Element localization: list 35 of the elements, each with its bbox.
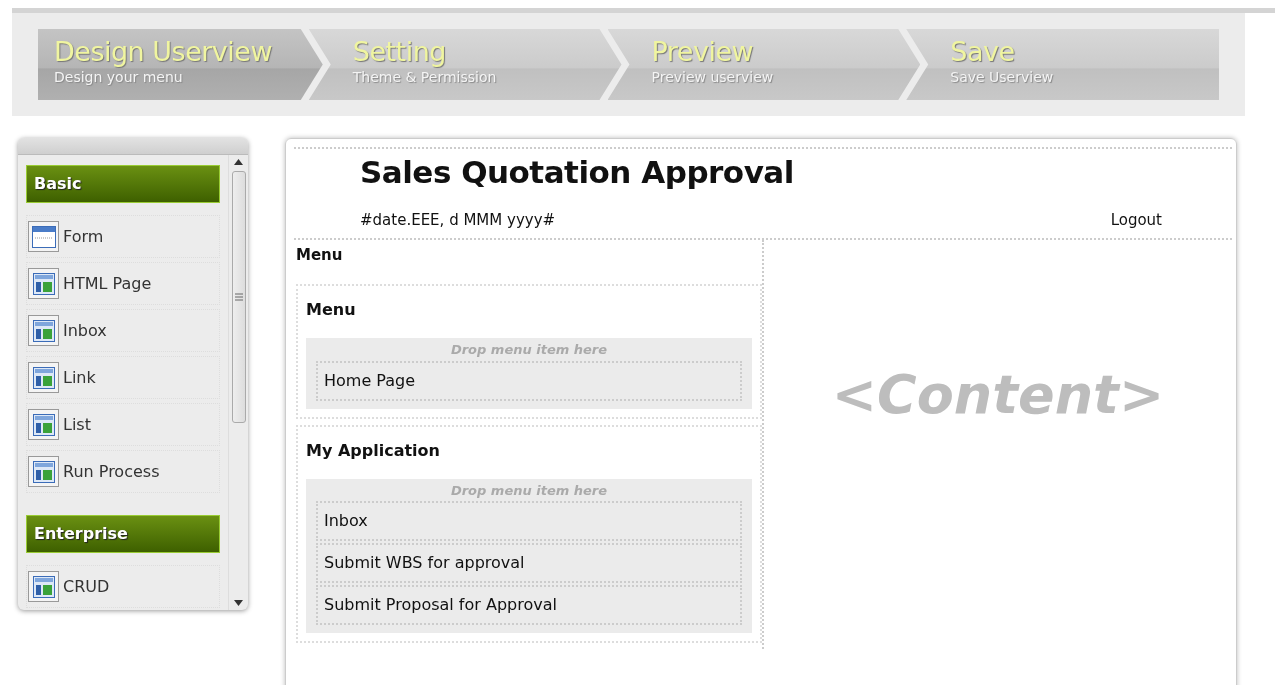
- menu-item[interactable]: Home Page: [316, 360, 742, 401]
- menu-item[interactable]: Inbox: [316, 501, 742, 542]
- drop-hint: Drop menu item here: [449, 341, 609, 360]
- category-label: Menu: [306, 299, 357, 322]
- page-icon: [32, 319, 55, 342]
- palette-item[interactable]: List: [26, 403, 220, 446]
- page-icon: [32, 272, 55, 295]
- category-label: My Application: [306, 439, 441, 462]
- palette-item[interactable]: Link: [26, 356, 220, 399]
- menu-heading: Menu: [296, 244, 344, 266]
- palette-item[interactable]: Form: [26, 215, 220, 258]
- logout-link[interactable]: Logout: [1110, 209, 1162, 232]
- menu-category[interactable]: My Application Drop menu item here Inbox Submit WBS for approval Submit Proposal for Approval: [296, 424, 762, 644]
- date-text: #date.EEE, d MMM yyyy#: [360, 210, 556, 232]
- content-area: <Content>: [764, 239, 1232, 650]
- menu-item[interactable]: Submit Proposal for Approval: [316, 585, 742, 626]
- page-icon: [32, 575, 55, 598]
- menu-item[interactable]: Submit WBS for approval: [316, 543, 742, 584]
- page-icon: [32, 413, 55, 436]
- scroll-down-icon[interactable]: [234, 600, 243, 606]
- palette-item[interactable]: Inbox: [26, 309, 220, 352]
- userview-title: Sales Quotation Approval: [360, 154, 795, 192]
- menu-category[interactable]: Menu Drop menu item here Home Page: [296, 284, 762, 419]
- category-header: Enterprise: [26, 515, 220, 553]
- category-header: Basic: [26, 165, 220, 203]
- scroll-thumb[interactable]: [231, 171, 246, 423]
- page-icon: [32, 460, 55, 483]
- drop-hint: Drop menu item here: [449, 481, 609, 500]
- palette-item[interactable]: Run Process: [26, 450, 220, 493]
- scrollbar[interactable]: [228, 155, 248, 610]
- palette-item[interactable]: HTML Page: [26, 262, 220, 305]
- page-icon: [32, 366, 55, 389]
- form-icon: [31, 225, 56, 248]
- palette-item[interactable]: CRUD: [26, 565, 220, 608]
- scroll-up-icon[interactable]: [234, 159, 243, 165]
